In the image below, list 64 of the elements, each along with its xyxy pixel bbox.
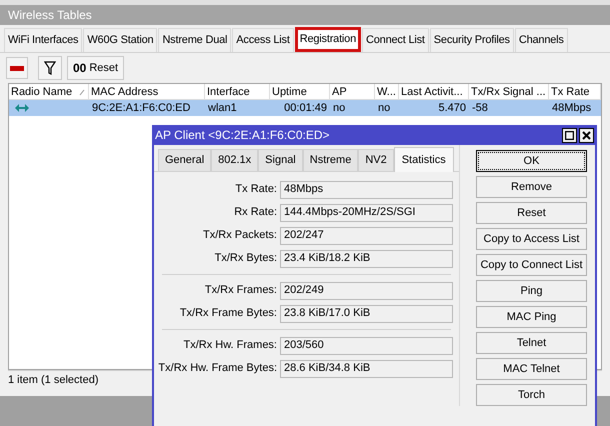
table-cell-text: wlan1 [207,100,238,116]
field-value: 48Mbps [280,180,453,198]
dialog-button[interactable]: Copy to Connect List [476,254,587,276]
tab[interactable]: Access List [232,28,294,52]
close-button[interactable] [579,128,594,142]
table-cell-text: 00:01:49 [283,100,328,116]
field-value: 144.4Mbps-20MHz/2S/SGI [280,204,453,222]
dialog-button[interactable]: Reset [476,202,587,224]
tab[interactable]: Signal [258,149,303,171]
counter-icon: 00 [73,59,86,77]
field-value: 23.8 KiB/17.0 KiB [280,304,453,322]
minus-icon [10,66,24,70]
tab[interactable]: Registration [294,27,362,52]
field-value: 23.4 KiB/18.2 KiB [280,250,453,268]
dialog-button[interactable]: Telnet [476,332,587,354]
tab[interactable]: NV2 [358,149,394,171]
table-cell-text: no [332,100,346,116]
field-label: Tx/Rx Hw. Frame Bytes: [157,361,278,376]
filter-button[interactable] [38,56,62,80]
tab[interactable]: Nstreme [302,149,358,171]
table-cell-text: -58 [471,100,489,116]
tab[interactable]: WiFi Interfaces [4,28,82,52]
table-cell-text: no [377,100,392,116]
tab[interactable]: W60G Station [83,28,158,52]
close-icon [582,130,591,140]
window-title: Wireless Tables [8,7,92,24]
tab[interactable]: Statistics [394,147,454,172]
dialog-button[interactable]: Ping [476,280,587,302]
field-value: 203/560 [280,336,453,354]
field-value: 202/249 [280,282,453,300]
sort-icon [79,88,86,96]
field-label: Tx/Rx Frames: [204,283,278,298]
field-label: Tx/Rx Bytes: [214,251,278,266]
table-cell-text: 9C:2E:A1:F6:C0:ED [91,100,192,116]
dialog-button[interactable]: Copy to Access List [476,228,587,250]
field-value: 202/247 [280,226,453,244]
connection-icon [14,102,30,114]
filter-icon [44,61,56,75]
field-label: Rx Rate: [233,205,278,220]
table-cell-text: 5.470 [437,100,467,116]
field-value: 28.6 KiB/34.8 KiB [280,360,453,378]
maximize-icon [565,130,574,140]
reset-counters-button[interactable]: 00 Reset [67,56,124,80]
field-label: Tx/Rx Frame Bytes: [178,306,278,322]
remove-button[interactable] [6,57,28,79]
status-text: 1 item (1 selected) [8,373,98,388]
table-row[interactable]: 9C:2E:A1:F6:C0:ED wlan1 00:01:49 no no 5.470 -58 48Mbps [9,100,601,116]
table-cell-text: 48Mbps [551,100,592,116]
tab[interactable]: Channels [514,28,568,52]
dialog-button[interactable]: OK [476,150,587,172]
dialog-button[interactable]: MAC Telnet [476,358,587,380]
tab[interactable]: Nstreme Dual [158,28,232,52]
field-label: Tx/Rx Packets: [202,228,278,244]
dialog-button[interactable]: Torch [476,384,587,406]
field-label: Tx/Rx Hw. Frames: [182,338,278,354]
tab[interactable]: General [158,149,212,171]
tab[interactable]: Security Profiles [430,28,514,52]
maximize-button[interactable] [562,128,577,142]
dialog-button[interactable]: Remove [476,176,587,198]
dialog-button[interactable]: MAC Ping [476,306,587,328]
tab[interactable]: 802.1x [211,149,258,171]
field-label: Tx Rate: [234,182,278,198]
tab[interactable]: Connect List [362,28,429,52]
dialog-title: AP Client <9C:2E:A1:F6:C0:ED> [155,127,331,144]
